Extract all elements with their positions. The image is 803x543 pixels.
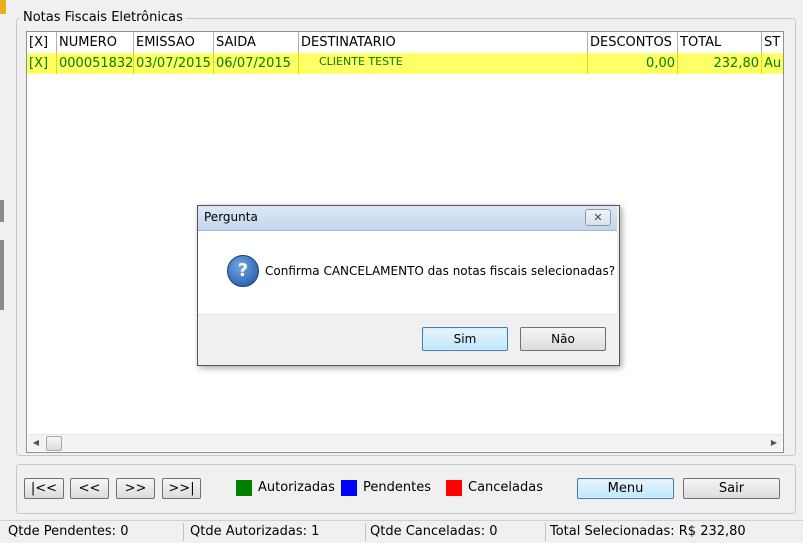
status-pendentes: Qtde Pendentes: 0 xyxy=(4,523,184,541)
exit-button[interactable]: Sair xyxy=(683,478,780,499)
legend-label-pendentes: Pendentes xyxy=(363,480,431,495)
cell-destinatario: CLIENTE TESTE xyxy=(299,53,588,74)
scroll-right-icon[interactable]: ▶ xyxy=(766,435,782,451)
dialog-titlebar[interactable]: Pergunta ✕ xyxy=(198,206,617,231)
legend-swatch-pendentes xyxy=(341,480,357,496)
dialog-message: Confirma CANCELAMENTO das notas fiscais … xyxy=(265,264,616,278)
cell-emissao: 03/07/2015 xyxy=(134,53,214,74)
grid-header: [X] NUMERO EMISSAO SAIDA DESTINATARIO DE… xyxy=(27,32,783,54)
scroll-thumb[interactable] xyxy=(46,436,62,451)
column-header-saida[interactable]: SAIDA xyxy=(214,32,299,53)
group-title: Notas Fiscais Eletrônicas xyxy=(20,10,186,25)
column-header-numero[interactable]: NUMERO xyxy=(57,32,134,53)
status-canceladas: Qtde Canceladas: 0 xyxy=(366,523,546,541)
table-row[interactable]: [X] 000051832 03/07/2015 06/07/2015 CLIE… xyxy=(27,53,783,74)
window-edge-mark xyxy=(0,240,4,310)
last-page-button[interactable]: >>| xyxy=(162,478,201,499)
question-icon: ? xyxy=(227,255,259,287)
cell-numero: 000051832 xyxy=(57,53,134,74)
column-header-destinatario[interactable]: DESTINATARIO xyxy=(299,32,588,53)
menu-button[interactable]: Menu xyxy=(577,478,674,499)
column-header-status[interactable]: ST xyxy=(762,32,783,53)
status-autorizadas: Qtde Autorizadas: 1 xyxy=(186,523,366,541)
column-header-total[interactable]: TOTAL xyxy=(678,32,762,53)
status-total-selecionadas: Total Selecionadas: R$ 232,80 xyxy=(550,524,746,539)
dialog-body: ? Confirma CANCELAMENTO das notas fiscai… xyxy=(198,231,617,314)
cell-saida: 06/07/2015 xyxy=(214,53,299,74)
previous-page-button[interactable]: << xyxy=(70,478,109,499)
cell-total: 232,80 xyxy=(678,53,762,74)
legend-swatch-autorizadas xyxy=(236,480,252,496)
window-edge-mark xyxy=(0,200,4,222)
legend-label-autorizadas: Autorizadas xyxy=(258,480,335,495)
first-page-button[interactable]: |<< xyxy=(24,478,64,499)
confirm-dialog: Pergunta ✕ ? Confirma CANCELAMENTO das n… xyxy=(197,205,620,366)
dialog-title: Pergunta xyxy=(204,210,258,224)
horizontal-scrollbar[interactable]: ◀ ▶ xyxy=(28,434,782,451)
status-bar: Qtde Pendentes: 0 Qtde Autorizadas: 1 Qt… xyxy=(0,520,803,543)
scroll-left-icon[interactable]: ◀ xyxy=(28,435,44,451)
cell-descontos: 0,00 xyxy=(588,53,678,74)
legend-swatch-canceladas xyxy=(446,480,462,496)
column-header-emissao[interactable]: EMISSAO xyxy=(134,32,214,53)
next-page-button[interactable]: >> xyxy=(116,478,155,499)
legend-label-canceladas: Canceladas xyxy=(468,480,543,495)
dialog-footer: Sim Não xyxy=(198,314,617,365)
cell-status: Au xyxy=(762,53,783,74)
no-button[interactable]: Não xyxy=(520,327,606,351)
window-edge-accent xyxy=(0,0,6,14)
close-icon[interactable]: ✕ xyxy=(585,209,611,226)
row-select-checkbox[interactable]: [X] xyxy=(27,53,57,74)
yes-button[interactable]: Sim xyxy=(422,327,508,351)
column-header-select[interactable]: [X] xyxy=(27,32,57,53)
column-header-descontos[interactable]: DESCONTOS xyxy=(588,32,678,53)
